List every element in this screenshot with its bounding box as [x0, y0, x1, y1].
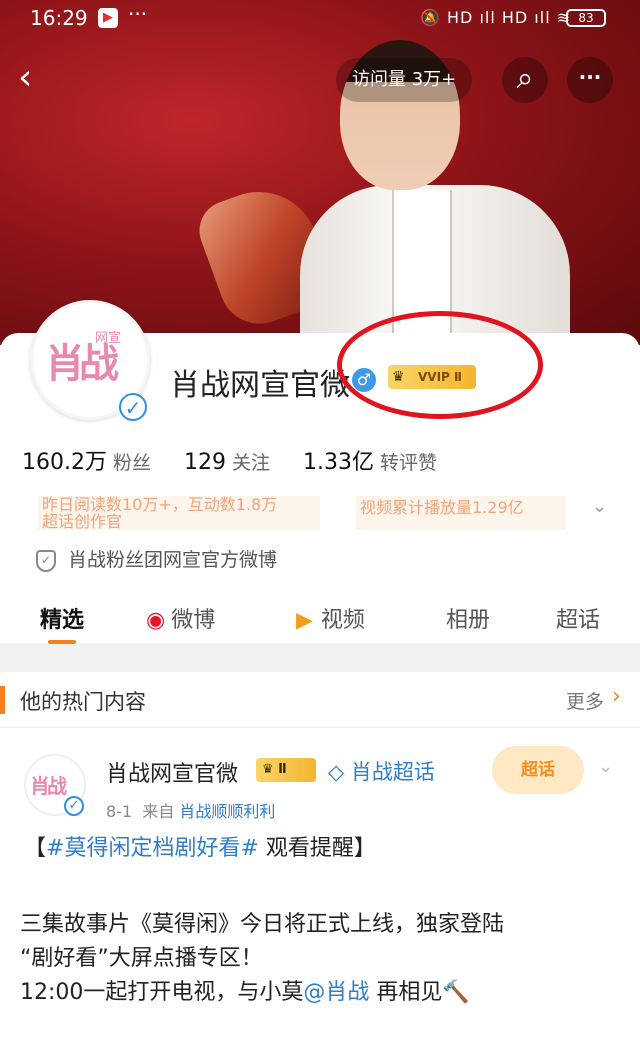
following-value[interactable]: 129: [184, 450, 226, 475]
red-annotation-circle: [337, 311, 543, 419]
fans-value[interactable]: 160.2万: [22, 450, 107, 475]
hot-content-header: 他的热门内容 更多 ›: [0, 672, 640, 728]
tab-supertopic-label: 超话: [556, 608, 601, 633]
profile-tabs: 精选 ◉ 微博 ▶ 视频 相册 超话: [0, 590, 640, 650]
signal-icons: 🔕 HD ıll HD ıll ≋: [420, 8, 572, 27]
profile-banner: [0, 0, 640, 345]
tab-album[interactable]: 相册: [446, 602, 490, 634]
profile-name: 肖战网宣官微: [170, 368, 350, 403]
fan-group-label[interactable]: ✓ 肖战粉丝团网宣官方微博: [36, 545, 277, 572]
post-avatar[interactable]: 肖战 ✓: [24, 754, 86, 816]
post-date: 8-1: [106, 802, 133, 821]
post-from-label: 来自: [142, 802, 175, 821]
reading-stats-line2: 超话创作官: [42, 512, 123, 531]
active-tab-indicator: [48, 640, 76, 644]
post-body: 三集故事片《莫得闲》今日将正式上线，独家登陆 “剧好看”大屏点播专区！ 12:0…: [20, 908, 620, 1010]
tab-video-label: 视频: [320, 608, 365, 633]
more-link[interactable]: 更多: [566, 687, 604, 714]
reading-stats-line1: 昨日阅读数10万+，互动数1.8万: [42, 495, 278, 514]
video-icon: ▶: [296, 608, 313, 633]
topic-suffix: 观看提醒】: [258, 836, 376, 861]
more-notifications-icon: ···: [128, 2, 148, 26]
post-card[interactable]: 肖战 ✓ 肖战网宣官微 ♛ Ⅱ ◇ 肖战超话 超话 ⌄ 8-1 来自 肖战顺顺利…: [0, 728, 640, 1044]
post-menu-chevron-icon[interactable]: ⌄: [598, 756, 613, 777]
supertopic-link[interactable]: ◇ 肖战超话: [328, 756, 435, 786]
tab-featured[interactable]: 精选: [40, 602, 84, 634]
post-avatar-text: 肖战: [30, 774, 67, 798]
likes-value: 1.33亿: [303, 450, 375, 475]
post-author[interactable]: 肖战网宣官微: [106, 756, 238, 788]
mention-link[interactable]: @肖战: [303, 980, 369, 1005]
tab-supertopic[interactable]: 超话: [556, 602, 600, 634]
topic-bracket-open: 【: [24, 836, 47, 861]
status-time: 16:29: [30, 6, 88, 30]
tab-album-label: 相册: [446, 608, 491, 633]
post-line-3-pre: 12:00一起打开电视，与小莫: [20, 980, 304, 1005]
avatar[interactable]: 肖战 网宣 ✓: [30, 300, 150, 421]
back-icon[interactable]: ‹: [18, 60, 48, 100]
chevron-down-icon[interactable]: ⌄: [592, 496, 607, 517]
visit-count-button[interactable]: 访问量 3万+: [336, 58, 473, 102]
profile-stats: 160.2万 粉丝 129 关注 1.33亿 转评赞: [22, 444, 463, 476]
shield-icon: ✓: [36, 549, 56, 572]
post-line-2: “剧好看”大屏点播专区！: [20, 946, 263, 971]
video-plays-label: 视频累计播放量1.29亿: [360, 498, 524, 517]
post-line-1: 三集故事片《莫得闲》今日将正式上线，独家登陆: [20, 912, 505, 937]
search-icon[interactable]: ⌕: [502, 57, 548, 103]
supertopic-sticker: 超话: [492, 746, 584, 794]
verified-icon: ✓: [119, 393, 147, 421]
post-line-3: 12:00一起打开电视，与小莫@肖战 再相见🔨: [20, 976, 620, 1010]
tab-featured-label: 精选: [40, 608, 85, 633]
following-label[interactable]: 关注: [232, 452, 270, 474]
fan-group-text: 肖战粉丝团网宣官方微博: [68, 549, 278, 571]
fans-label[interactable]: 粉丝: [113, 452, 151, 474]
video-plays-tag[interactable]: 视频累计播放量1.29亿: [356, 496, 566, 530]
section-accent-bar: [0, 686, 5, 714]
topic-hashtag[interactable]: #莫得闲定档剧好看#: [46, 836, 259, 861]
chevron-right-icon[interactable]: ›: [612, 684, 621, 709]
post-source[interactable]: 肖战顺顺利利: [179, 802, 275, 821]
more-icon[interactable]: ···: [567, 57, 613, 103]
tab-video[interactable]: ▶ 视频: [296, 602, 365, 634]
tab-weibo[interactable]: ◉ 微博: [146, 602, 215, 634]
hot-content-title: 他的热门内容: [20, 690, 146, 714]
post-meta: 8-1 来自 肖战顺顺利利: [106, 798, 275, 822]
status-bar: 16:29 ▶ ··· 🔕 HD ıll HD ıll ≋ 83: [0, 0, 640, 36]
post-topic-line: 【#莫得闲定档剧好看# 观看提醒】: [24, 830, 376, 862]
weibo-logo-icon: ◉: [146, 608, 166, 633]
battery-icon: 83: [566, 9, 606, 27]
post-line-3-post: 再相见🔨: [369, 980, 470, 1005]
likes-label: 转评赞: [380, 452, 438, 474]
post-vip-badge: ♛ Ⅱ: [256, 758, 316, 782]
post-verified-icon: ✓: [64, 796, 84, 816]
reading-stats-tag[interactable]: 昨日阅读数10万+，互动数1.8万 超话创作官: [38, 496, 320, 530]
app-notification-icon: ▶: [98, 8, 118, 28]
tab-weibo-label: 微博: [171, 608, 216, 633]
avatar-small-text: 网宣: [95, 331, 122, 346]
